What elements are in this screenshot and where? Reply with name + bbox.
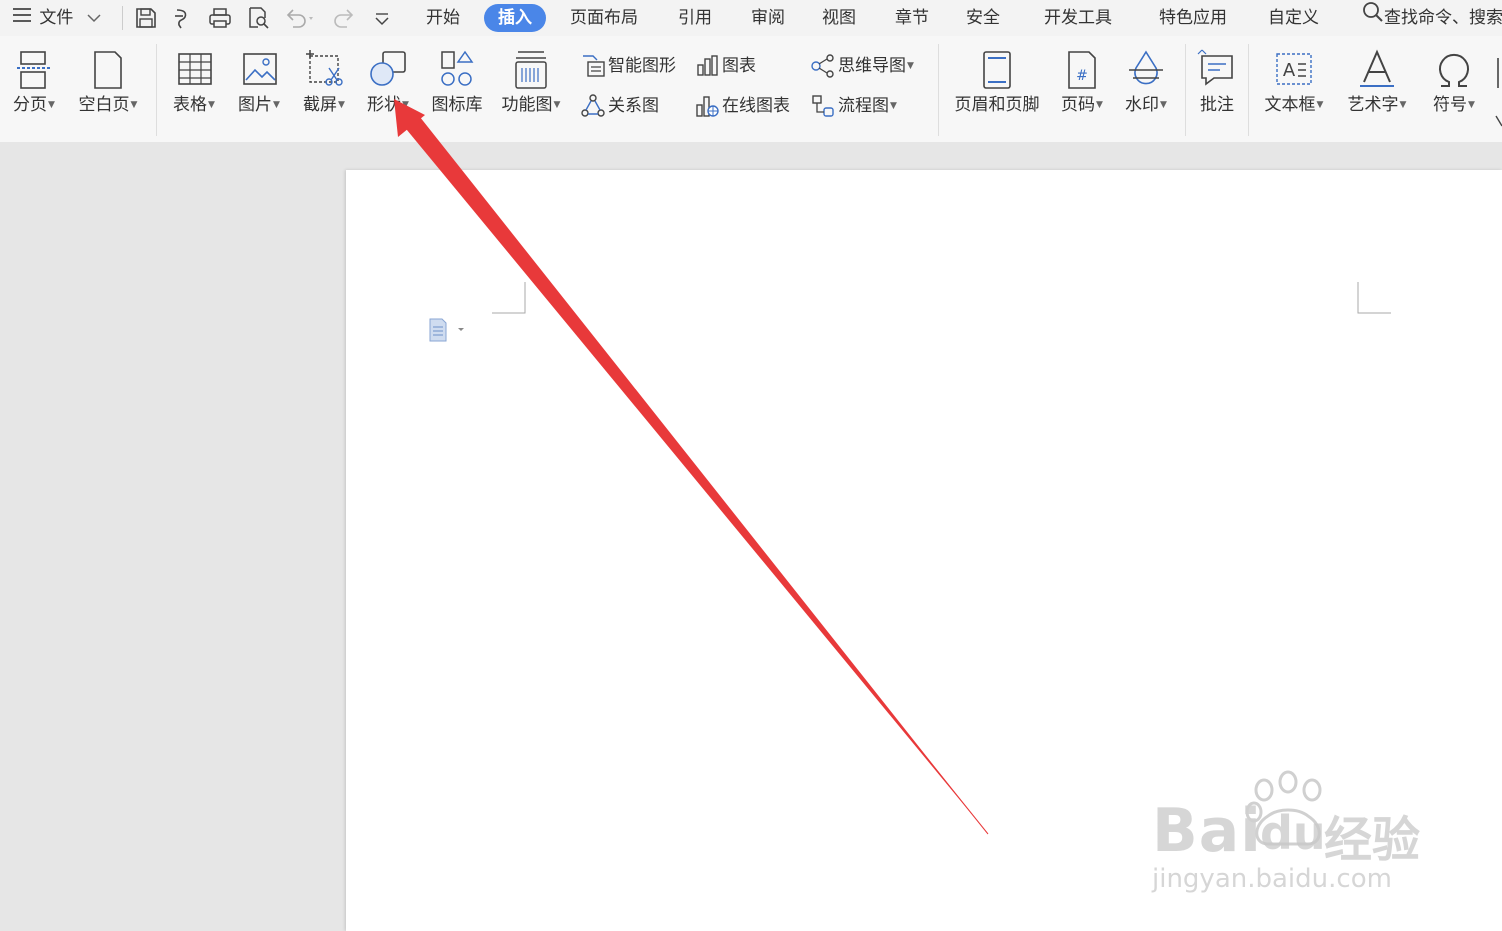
annotation-arrow [394,99,989,835]
